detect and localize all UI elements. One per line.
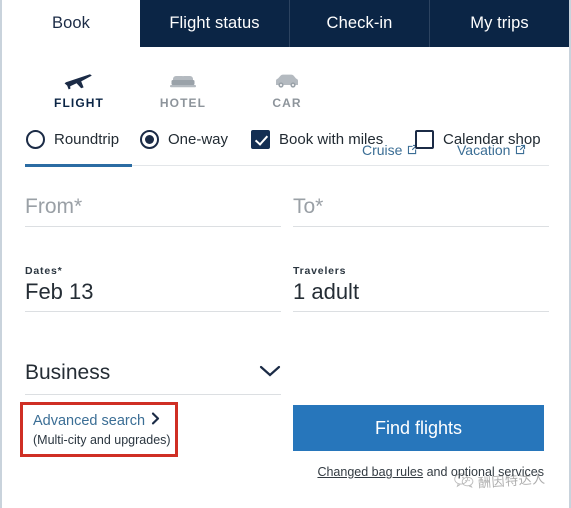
option-one-way-label: One-way: [168, 131, 229, 148]
to-underline: [293, 226, 549, 227]
from-underline: [25, 226, 281, 227]
advanced-search-sublabel: (Multi-city and upgrades): [33, 433, 171, 447]
travelers-underline: [293, 311, 549, 312]
subtab-hotel[interactable]: HOTEL: [141, 65, 225, 110]
subtab-car-label: CAR: [272, 96, 302, 110]
car-icon: [271, 65, 303, 91]
subtab-hotel-label: HOTEL: [159, 96, 207, 110]
radio-roundtrip[interactable]: [26, 130, 45, 149]
travelers-field[interactable]: Travelers 1 adult: [293, 265, 549, 312]
checkbox-book-with-miles[interactable]: [251, 130, 270, 149]
subtab-car[interactable]: CAR: [245, 65, 329, 110]
cabin-underline: [25, 394, 281, 395]
from-field[interactable]: From*: [25, 192, 281, 227]
dates-label: Dates*: [25, 265, 63, 277]
dates-value[interactable]: Feb 13: [25, 277, 281, 307]
tab-book[interactable]: Book: [2, 0, 140, 47]
tab-my-trips[interactable]: My trips: [430, 0, 569, 47]
advanced-search-label: Advanced search: [33, 412, 146, 429]
tab-flight-status[interactable]: Flight status: [140, 0, 290, 47]
travelers-value[interactable]: 1 adult: [293, 277, 549, 307]
airplane-icon: [64, 65, 94, 91]
option-book-with-miles-label: Book with miles: [279, 131, 384, 148]
dates-field[interactable]: Dates* Feb 13: [25, 265, 281, 312]
subtab-flight-label: FLIGHT: [54, 96, 104, 110]
subtab-flight[interactable]: FLIGHT: [36, 65, 122, 110]
radio-one-way[interactable]: [140, 130, 159, 149]
option-roundtrip[interactable]: Roundtrip: [26, 130, 119, 149]
footnote-rest: and optional services: [423, 465, 544, 479]
advanced-search-link[interactable]: Advanced search: [33, 412, 160, 429]
chevron-down-icon: [259, 364, 281, 383]
changed-bag-rules-link[interactable]: Changed bag rules: [317, 465, 423, 479]
from-input[interactable]: From*: [25, 192, 281, 222]
travelers-label: Travelers: [293, 265, 347, 277]
find-flights-button[interactable]: Find flights: [293, 405, 544, 451]
option-book-with-miles[interactable]: Book with miles: [251, 130, 383, 149]
tab-check-in[interactable]: Check-in: [290, 0, 430, 47]
option-one-way[interactable]: One-way: [140, 130, 228, 149]
trip-options-row: Roundtrip One-way Book with miles Calend…: [2, 130, 569, 168]
option-calendar-shop-label: Calendar shop: [443, 131, 541, 148]
cabin-class-select[interactable]: Business: [25, 358, 281, 395]
main-tab-bar: Book Flight status Check-in My trips: [2, 0, 569, 47]
to-input[interactable]: To*: [293, 192, 549, 222]
option-roundtrip-label: Roundtrip: [54, 131, 120, 148]
footnote: Changed bag rules and optional services: [293, 465, 544, 479]
bed-icon: [168, 65, 198, 91]
checkbox-calendar-shop[interactable]: [415, 130, 434, 149]
chevron-right-icon: [151, 412, 160, 429]
product-tab-bar: FLIGHT HOTEL CAR Cruise Vacation: [2, 47, 569, 167]
booking-widget: Book Flight status Check-in My trips FLI…: [0, 0, 571, 508]
dates-underline: [25, 311, 281, 312]
to-field[interactable]: To*: [293, 192, 549, 227]
cabin-class-value: Business: [25, 361, 111, 384]
option-calendar-shop[interactable]: Calendar shop: [415, 130, 541, 149]
advanced-search-annotation[interactable]: Advanced search (Multi-city and upgrades…: [20, 402, 178, 457]
